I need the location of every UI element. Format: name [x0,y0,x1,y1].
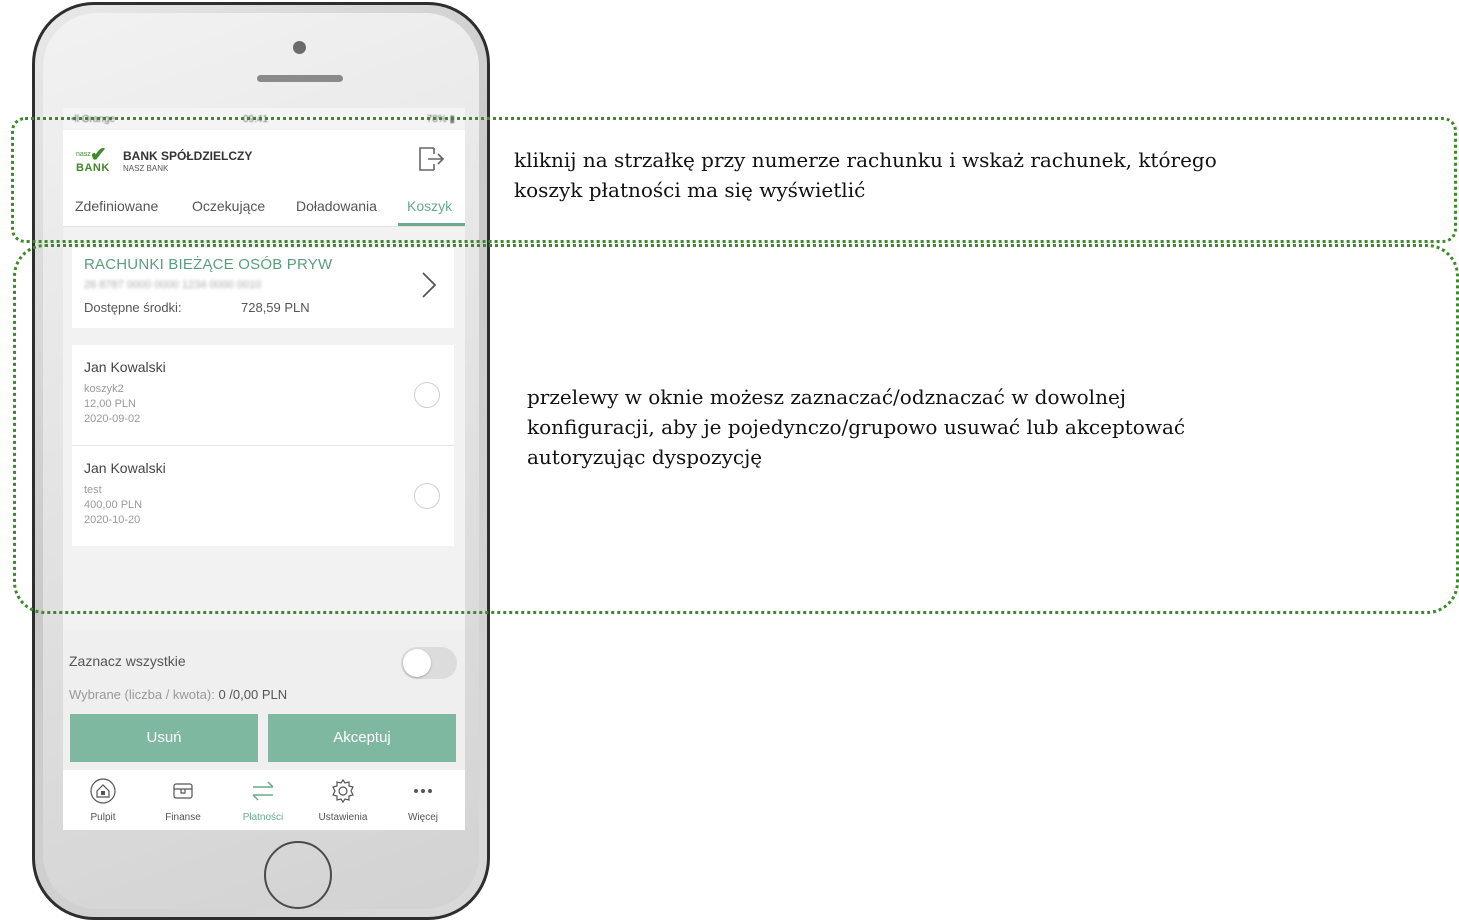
nav-item-pulpit[interactable]: Pulpit [63,770,143,830]
toggle-knob [403,649,431,677]
wallet-icon [173,783,193,799]
caption-line: przelewy w oknie możesz zaznaczać/odznac… [527,385,1126,409]
nav-item-wiecej[interactable]: Więcej [383,770,463,830]
nav-item-platnosci[interactable]: Płatności [223,770,303,830]
home-icon [90,778,116,804]
caption-top: kliknij na strzałkę przy numerze rachunk… [514,145,1217,205]
nav-label: Ustawienia [318,812,368,823]
selection-summary: Wybrane (liczba / kwota): 0 /0,00 PLN [69,687,287,702]
nav-label: Finanse [165,812,201,823]
caption-line: autoryzując dyspozycję [527,445,763,469]
summary-value: 0 /0,00 PLN [218,687,288,702]
front-camera [293,41,306,54]
nav-item-finanse[interactable]: Finanse [143,770,223,830]
delete-button[interactable]: Usuń [70,714,258,762]
home-button[interactable] [264,841,332,909]
transfer-arrows-icon [252,781,274,801]
select-all-label: Zaznacz wszystkie [69,653,186,669]
caption-line: konfiguracji, aby je pojedynczo/grupowo … [527,415,1186,439]
selection-panel: Zaznacz wszystkie Wybrane (liczba / kwot… [63,630,465,770]
caption-line: koszyk płatności ma się wyświetlić [514,178,866,202]
caption-middle: przelewy w oknie możesz zaznaczać/odznac… [527,382,1185,472]
select-all-toggle[interactable] [401,647,457,679]
nav-label: Pulpit [90,812,116,823]
caption-line: kliknij na strzałkę przy numerze rachunk… [514,148,1217,172]
bottom-nav: Pulpit Finanse Płatności Ustawienia Więc… [63,770,465,830]
nav-label: Płatności [242,812,284,823]
gear-icon [332,778,354,804]
earpiece-speaker [257,75,343,82]
accept-button[interactable]: Akceptuj [268,714,456,762]
more-dots-icon [414,789,432,793]
nav-label: Więcej [407,812,438,823]
summary-label: Wybrane (liczba / kwota): [69,687,215,702]
nav-item-ustawienia[interactable]: Ustawienia [303,770,383,830]
